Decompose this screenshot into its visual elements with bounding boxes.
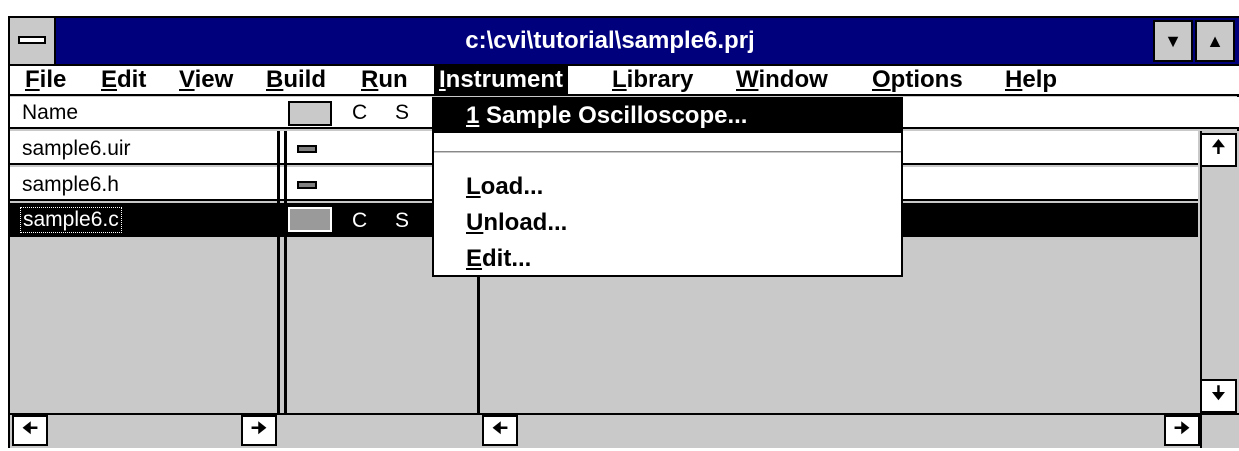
arrow-left-icon: 🠈 — [21, 417, 39, 438]
column-header-name[interactable]: Name — [22, 101, 78, 125]
vertical-scrollbar[interactable] — [1200, 131, 1239, 415]
menu-edit[interactable]: Edit — [96, 64, 151, 96]
column-divider[interactable] — [277, 131, 280, 448]
window-title: c:\cvi\tutorial\sample6.prj — [465, 27, 755, 54]
menu-window[interactable]: Window — [731, 64, 833, 96]
scroll-down-button[interactable]: 🠋 — [1200, 379, 1237, 413]
menu-item-unload[interactable]: Unload... — [466, 209, 567, 237]
file-swatch — [288, 207, 332, 232]
details-scroll-left-button[interactable]: 🠈 — [482, 415, 518, 446]
column-header-s[interactable]: S — [395, 101, 409, 125]
triangle-up-icon: ▲ — [1206, 30, 1224, 51]
arrow-right-icon: 🠊 — [1173, 417, 1191, 438]
system-menu-icon — [18, 36, 46, 44]
file-name[interactable]: sample6.uir — [22, 137, 131, 161]
menu-view[interactable]: View — [174, 64, 238, 96]
file-name[interactable]: sample6.h — [22, 173, 119, 197]
menu-instrument[interactable]: Instrument — [434, 64, 569, 96]
maximize-button[interactable]: ▲ — [1195, 20, 1235, 62]
menu-build[interactable]: Build — [261, 64, 331, 96]
arrow-right-icon: 🠊 — [250, 417, 268, 438]
header-swatch — [288, 101, 332, 126]
menu-run[interactable]: Run — [356, 64, 413, 96]
menu-item-edit[interactable]: Edit... — [466, 245, 531, 273]
file-status-icon — [297, 181, 317, 189]
menu-library[interactable]: Library — [607, 64, 698, 96]
scroll-up-button[interactable]: 🠉 — [1200, 133, 1237, 167]
menu-file[interactable]: File — [20, 64, 71, 96]
file-compile-flag: C — [352, 209, 368, 232]
horizontal-scrollbars — [10, 413, 1239, 448]
name-scroll-left-button[interactable]: 🠈 — [12, 415, 48, 446]
menu-help[interactable]: Help — [1000, 64, 1062, 96]
details-scroll-right-button[interactable]: 🠊 — [1164, 415, 1200, 446]
triangle-down-icon: ▼ — [1164, 30, 1182, 51]
menu-options[interactable]: Options — [867, 64, 968, 96]
menu-item-sample-oscilloscope[interactable]: 1 Sample Oscilloscope... — [434, 99, 901, 133]
system-menu-button[interactable] — [10, 18, 56, 64]
menu-item-load[interactable]: Load... — [466, 173, 543, 201]
arrow-up-icon: 🠉 — [1211, 137, 1226, 157]
file-name[interactable]: sample6.c — [20, 207, 122, 233]
menu-separator — [434, 151, 901, 154]
arrow-left-icon: 🠈 — [491, 417, 509, 438]
minimize-button[interactable]: ▼ — [1153, 20, 1193, 62]
arrow-down-icon: 🠋 — [1211, 383, 1226, 403]
name-scroll-right-button[interactable]: 🠊 — [241, 415, 277, 446]
file-save-flag: S — [395, 209, 410, 232]
column-divider — [284, 131, 287, 448]
column-header-c[interactable]: C — [352, 101, 367, 125]
file-status-icon — [297, 145, 317, 153]
size-box — [1200, 413, 1239, 448]
